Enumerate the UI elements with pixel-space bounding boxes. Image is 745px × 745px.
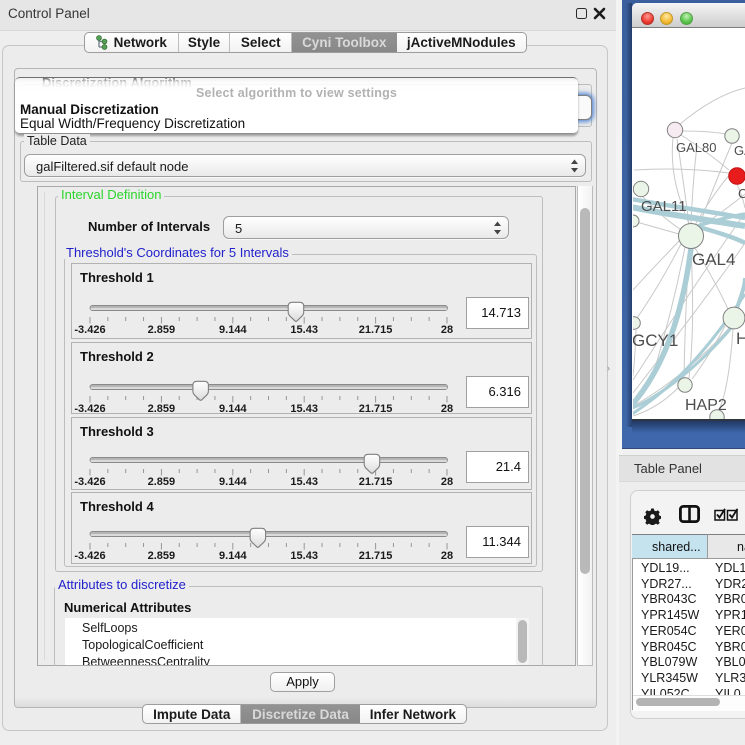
svg-text:GA: GA — [734, 143, 745, 158]
svg-text:-3.426: -3.426 — [74, 403, 105, 415]
svg-text:2.859: 2.859 — [148, 476, 176, 488]
svg-text:21.715: 21.715 — [359, 476, 393, 488]
svg-text:-3.426: -3.426 — [74, 550, 105, 562]
svg-text:15.43: 15.43 — [290, 550, 318, 562]
svg-text:28: 28 — [441, 476, 453, 488]
svg-text:9.144: 9.144 — [219, 476, 247, 488]
svg-text:GAL11: GAL11 — [641, 198, 687, 215]
svg-text:2.859: 2.859 — [148, 403, 176, 415]
svg-text:28: 28 — [441, 324, 453, 336]
svg-text:C…: C… — [738, 186, 745, 201]
svg-text:15.43: 15.43 — [290, 403, 318, 415]
svg-text:28: 28 — [441, 550, 453, 562]
svg-text:9.144: 9.144 — [219, 550, 247, 562]
svg-text:HI: HI — [736, 329, 745, 348]
svg-text:15.43: 15.43 — [290, 324, 318, 336]
svg-text:21.715: 21.715 — [359, 550, 393, 562]
svg-text:2.859: 2.859 — [148, 324, 176, 336]
svg-text:2.859: 2.859 — [148, 550, 176, 562]
svg-text:21.715: 21.715 — [359, 324, 393, 336]
svg-text:GCY1: GCY1 — [633, 331, 678, 350]
svg-text:9.144: 9.144 — [219, 324, 247, 336]
svg-text:28: 28 — [441, 403, 453, 415]
svg-text:-3.426: -3.426 — [74, 324, 105, 336]
svg-text:21.715: 21.715 — [359, 403, 393, 415]
svg-text:HAP2: HAP2 — [685, 397, 727, 414]
svg-text:9.144: 9.144 — [219, 403, 247, 415]
svg-text:GAL80: GAL80 — [676, 140, 716, 155]
svg-text:15.43: 15.43 — [290, 476, 318, 488]
svg-text:GAL4: GAL4 — [692, 250, 735, 269]
svg-text:-3.426: -3.426 — [74, 476, 105, 488]
